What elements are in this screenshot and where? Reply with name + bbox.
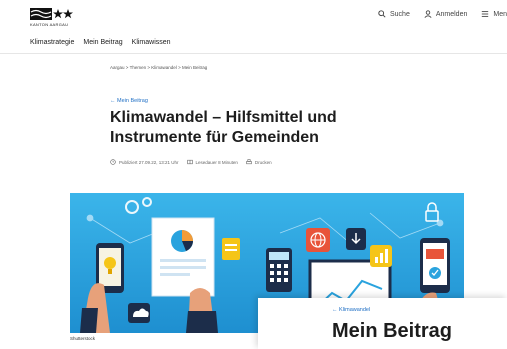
subnav-item-klimastrategie[interactable]: Klimastrategie — [30, 39, 74, 46]
clock-icon — [110, 159, 116, 165]
page-title: Klimawandel – Hilfsmittel und Instrument… — [110, 108, 400, 148]
breadcrumb-item[interactable]: Klimawandel — [151, 65, 177, 70]
breadcrumb-separator: > — [125, 65, 129, 70]
print-label: Drucken — [254, 159, 272, 165]
reading-time-text: Lesedauer 8 Minuten — [195, 159, 238, 165]
search-button[interactable]: Suche — [378, 10, 410, 18]
page-title-line: Klimawandel – Hilfsmittel und — [110, 109, 337, 126]
overlay-title: Mein Beitrag — [332, 320, 453, 342]
back-link[interactable]: ← Mein Beitrag — [110, 98, 148, 104]
menu-button[interactable]: Men — [481, 10, 507, 18]
printer-icon — [246, 159, 252, 165]
book-icon — [186, 159, 193, 165]
divider — [0, 53, 507, 54]
hamburger-icon — [482, 11, 489, 17]
search-label: Suche — [389, 10, 410, 18]
sub-navigation: Klimastrategie Mein Beitrag Klimawissen — [30, 39, 180, 46]
breadcrumb-separator: > — [178, 65, 181, 70]
published-text: Publiziert 27.09.22, 13:21 Uhr — [119, 159, 179, 165]
published-date: Publiziert 27.09.22, 13:21 Uhr — [110, 159, 179, 165]
menu-label: Men — [493, 10, 507, 18]
login-label: Anmelden — [435, 10, 468, 18]
breadcrumb-item[interactable]: Aargau — [110, 65, 125, 70]
overlay-card: ← Klimawandel Mein Beitrag — [258, 298, 507, 349]
logo-caption: KANTON AARGAU — [30, 22, 69, 27]
breadcrumb-item[interactable]: Mein Beitrag — [182, 65, 207, 70]
breadcrumb-separator: > — [147, 65, 151, 70]
header-actions: Suche Anmelden Men — [364, 10, 507, 18]
breadcrumb-item[interactable]: Themen — [130, 65, 147, 70]
breadcrumb: Aargau > Themen > Klimawandel > Mein Bei… — [110, 65, 207, 70]
user-icon — [424, 10, 432, 18]
article-meta: Publiziert 27.09.22, 13:21 Uhr Lesedauer… — [110, 159, 280, 165]
login-button[interactable]: Anmelden — [424, 10, 468, 18]
subnav-item-mein-beitrag[interactable]: Mein Beitrag — [83, 39, 122, 46]
overlay-back-link[interactable]: ← Klimawandel — [332, 307, 370, 313]
site-header: KANTON AARGAU Suche Anmelden Men — [0, 0, 507, 38]
search-icon — [378, 10, 386, 18]
subnav-item-klimawissen[interactable]: Klimawissen — [132, 39, 171, 46]
reading-time: Lesedauer 8 Minuten — [186, 159, 238, 165]
page-title-line: Instrumente für Gemeinden — [110, 129, 319, 146]
print-button[interactable]: Drucken — [246, 159, 272, 165]
image-caption: Shutterstock — [70, 336, 96, 341]
